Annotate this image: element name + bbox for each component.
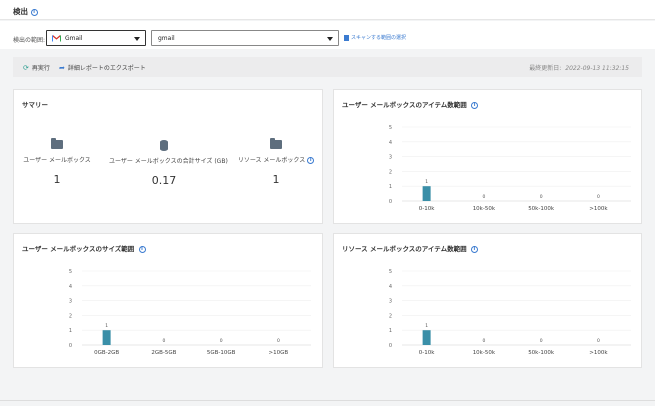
y-tick-label: 3: [69, 299, 72, 305]
x-tick-label: >100k: [589, 206, 608, 212]
data-label: 0: [540, 194, 543, 200]
x-tick-label: 0GB-2GB: [94, 350, 119, 356]
page-title: 検出 i: [13, 6, 38, 17]
data-label: 0: [597, 194, 600, 200]
data-label: 0: [597, 338, 600, 344]
gmail-icon: [52, 35, 61, 42]
rerun-button[interactable]: ⟳ 再実行: [23, 63, 50, 72]
user-size-chart: 0 1 2 3 4 5 1 0GB-2GB 0 2GB-5GB 0 5GB-10GB 0 >10GB: [69, 269, 311, 356]
x-tick-label: >100k: [589, 350, 608, 356]
y-tick-label: 2: [389, 169, 392, 175]
user-item-count-card: ユーザー メールボックスのアイテム数範囲 i 0 1 2 3 4 5 1 0-10k 0 10k-…: [333, 89, 642, 224]
chart-title: ユーザー メールボックスのサイズ範囲 i: [22, 243, 146, 253]
summary-item-resource-mailboxes: リソース メールボックス i 1: [221, 138, 331, 186]
info-icon[interactable]: i: [470, 245, 478, 253]
data-label: 1: [425, 323, 428, 329]
summary-item-user-mailboxes: ユーザー メールボックス 1: [2, 138, 112, 186]
scope-label: 検出の範囲:: [13, 37, 46, 44]
x-tick-label: 50k-100k: [528, 206, 555, 212]
x-tick-label: 2GB-5GB: [151, 350, 176, 356]
folder-icon: [51, 138, 63, 149]
chart-title: ユーザー メールボックスのアイテム数範囲 i: [342, 99, 479, 109]
scan-icon: [344, 34, 349, 41]
x-tick-label: >10GB: [269, 350, 289, 356]
y-tick-label: 3: [389, 155, 392, 161]
y-tick-label: 0: [389, 199, 392, 205]
bar: [422, 186, 431, 201]
x-tick-label: 0-10k: [419, 206, 435, 212]
y-tick-label: 2: [389, 313, 392, 319]
summary-item-total-size: ユーザー メールボックスの合計サイズ (GB) 0.17: [109, 140, 228, 187]
service-select[interactable]: Gmail: [46, 30, 146, 46]
chart-title: リソース メールボックスのアイテム数範囲 i: [342, 243, 478, 253]
scope-row: 検出の範囲: Gmail gmail スキャンする範囲の選択: [0, 21, 655, 49]
data-label: 1: [105, 323, 108, 329]
resource-item-count-chart: 0 1 2 3 4 5 1 0-10k 0 10k-50k 0 50k-100k 0 >100k: [389, 269, 631, 356]
export-icon: ➦: [59, 64, 65, 72]
y-tick-label: 1: [69, 328, 72, 334]
user-item-count-chart: 0 1 2 3 4 5 1 0-10k 0 10k-50k 0 50k-100k 0 >100k: [389, 125, 631, 212]
target-select[interactable]: gmail: [151, 30, 339, 46]
chevron-down-icon: [327, 37, 333, 41]
x-tick-label: 5GB-10GB: [207, 350, 236, 356]
refresh-icon: ⟳: [23, 64, 29, 72]
last-updated: 最終更新日: 2022-09-13 11:32:15: [529, 65, 629, 72]
info-icon[interactable]: i: [471, 101, 479, 109]
y-tick-label: 5: [389, 125, 392, 131]
chevron-down-icon: [134, 37, 140, 41]
data-label: 0: [540, 338, 543, 344]
summary-card: サマリー ユーザー メールボックス 1 ユーザー メールボックスの合計サイズ (…: [13, 89, 323, 224]
service-select-value: Gmail: [65, 35, 83, 42]
toolbar: ⟳ 再実行 ➦ 詳細レポートのエクスポート 最終更新日: 2022-09-13 11:…: [13, 57, 642, 77]
y-tick-label: 1: [389, 328, 392, 334]
info-icon[interactable]: i: [30, 8, 38, 16]
info-icon[interactable]: i: [307, 157, 315, 164]
data-label: 0: [482, 194, 485, 200]
data-label: 0: [220, 338, 223, 344]
data-label: 0: [482, 338, 485, 344]
y-tick-label: 2: [69, 313, 72, 319]
x-tick-label: 10k-50k: [473, 206, 496, 212]
resource-item-count-card: リソース メールボックスのアイテム数範囲 i 0 1 2 3 4 5 1 0-10k 0 10k-…: [333, 233, 642, 368]
y-tick-label: 5: [389, 269, 392, 275]
x-tick-label: 0-10k: [419, 350, 435, 356]
export-report-button[interactable]: ➦ 詳細レポートのエクスポート: [59, 63, 146, 72]
target-select-value: gmail: [158, 35, 175, 42]
data-label: 0: [277, 338, 280, 344]
divider: [0, 400, 655, 401]
x-tick-label: 10k-50k: [473, 350, 496, 356]
data-label: 0: [162, 338, 165, 344]
database-icon: [160, 140, 168, 151]
y-tick-label: 1: [389, 184, 392, 190]
summary-title: サマリー: [22, 101, 48, 109]
y-tick-label: 4: [69, 284, 72, 290]
scan-scope-link[interactable]: スキャンする範囲の選択: [344, 34, 406, 41]
y-tick-label: 5: [69, 269, 72, 275]
y-tick-label: 3: [389, 299, 392, 305]
y-tick-label: 4: [389, 140, 392, 146]
y-tick-label: 0: [389, 343, 392, 349]
folder-icon: [270, 138, 282, 149]
info-icon[interactable]: i: [138, 245, 146, 253]
y-tick-label: 4: [389, 284, 392, 290]
data-label: 1: [425, 179, 428, 185]
page-header: 検出 i: [0, 0, 655, 20]
bar: [102, 330, 111, 345]
y-tick-label: 0: [69, 343, 72, 349]
user-size-card: ユーザー メールボックスのサイズ範囲 i 0 1 2 3 4 5 1 0GB-2GB 0 2GB-…: [13, 233, 323, 368]
bar: [422, 330, 431, 345]
x-tick-label: 50k-100k: [528, 350, 555, 356]
